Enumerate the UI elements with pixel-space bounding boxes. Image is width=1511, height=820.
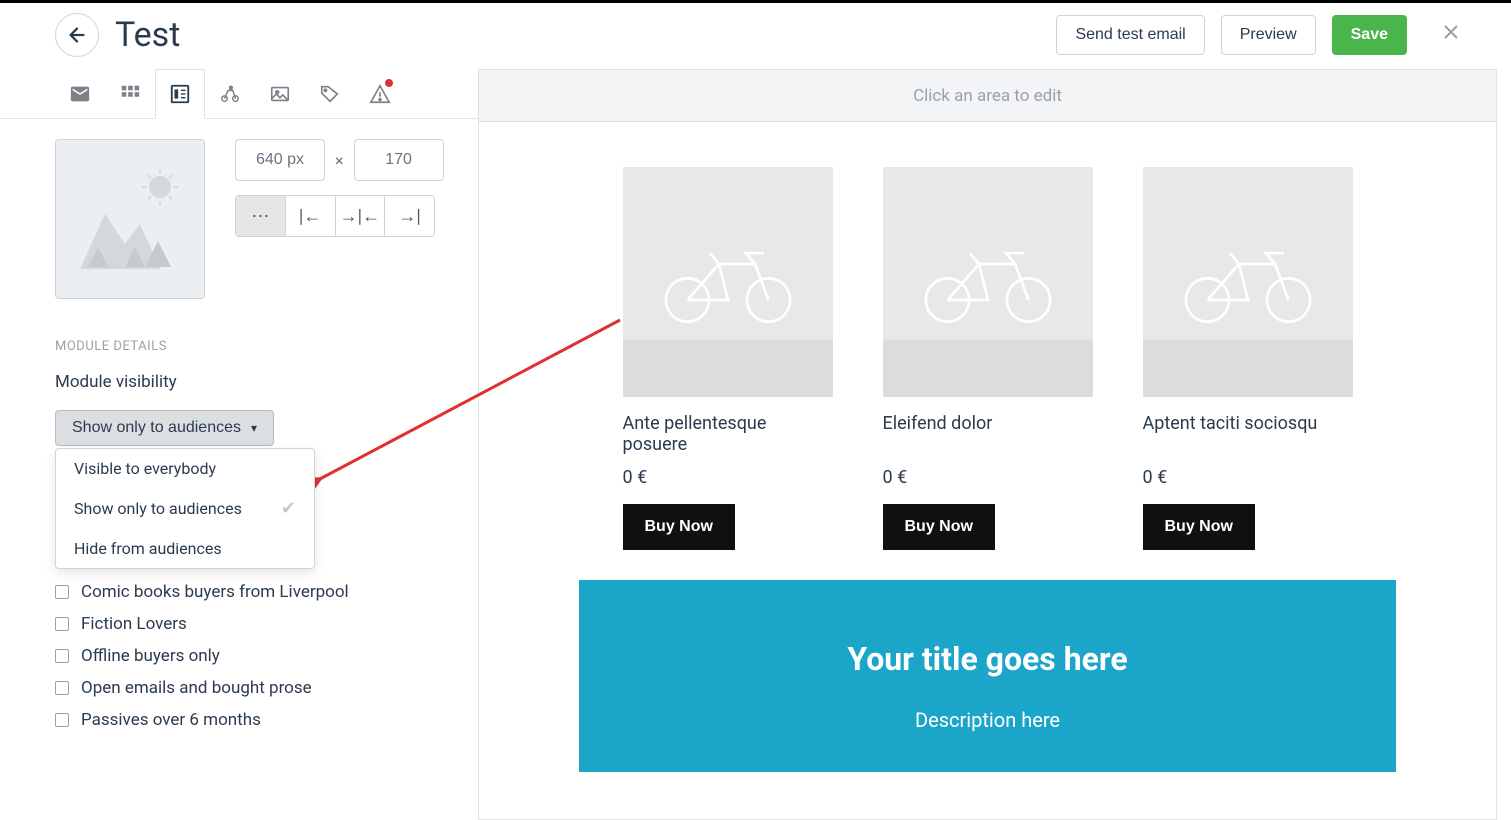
product-price: 0 €	[623, 467, 833, 488]
tab-layout[interactable]	[155, 69, 205, 119]
bike-icon	[219, 83, 241, 105]
close-icon	[1439, 20, 1463, 44]
arrow-left-icon	[66, 24, 88, 46]
product-image	[1143, 167, 1353, 397]
module-details-label: MODULE DETAILS	[55, 339, 446, 354]
audience-list: Comic books buyers from Liverpool Fictio…	[55, 576, 446, 736]
visibility-dropdown[interactable]: Show only to audiences ▾	[55, 410, 274, 446]
tab-alert[interactable]	[355, 69, 405, 119]
audience-item[interactable]: Fiction Lovers	[55, 608, 446, 640]
buy-now-button[interactable]: Buy Now	[1143, 504, 1255, 550]
checkbox[interactable]	[55, 681, 69, 695]
product-title: Ante pellentesque posuere	[623, 413, 833, 461]
hero-title: Your title goes here	[599, 640, 1376, 678]
placeholder-landscape-icon	[70, 159, 190, 279]
buy-now-button[interactable]: Buy Now	[623, 504, 735, 550]
email-icon	[69, 83, 91, 105]
audience-item[interactable]: Open emails and bought prose	[55, 672, 446, 704]
header: Test Send test email Preview Save	[0, 3, 1511, 69]
back-button[interactable]	[55, 13, 99, 57]
product-card[interactable]: Eleifend dolor 0 € Buy Now	[883, 167, 1093, 550]
canvas-scroll[interactable]: Ante pellentesque posuere 0 € Buy Now El…	[479, 122, 1496, 819]
align-dots-button[interactable]: ⋯	[236, 196, 286, 236]
visibility-dropdown-label: Show only to audiences	[72, 419, 241, 437]
image-placeholder[interactable]	[55, 139, 205, 299]
audience-item[interactable]: Offline buyers only	[55, 640, 446, 672]
check-icon: ✔	[281, 498, 296, 519]
product-title: Eleifend dolor	[883, 413, 1093, 461]
alert-dot-icon	[385, 79, 393, 87]
product-card[interactable]: Aptent taciti sociosqu 0 € Buy Now	[1143, 167, 1353, 550]
sidebar: × ⋯ |← →|← →| MODULE DETAILS Module visi…	[0, 69, 478, 820]
checkbox[interactable]	[55, 713, 69, 727]
buy-now-button[interactable]: Buy Now	[883, 504, 995, 550]
hero-block[interactable]: Your title goes here Description here	[579, 580, 1396, 772]
width-input[interactable]	[235, 139, 325, 181]
sidebar-tabs	[0, 69, 478, 119]
tab-image[interactable]	[255, 69, 305, 119]
product-image	[883, 167, 1093, 397]
image-icon	[269, 83, 291, 105]
checkbox[interactable]	[55, 617, 69, 631]
caret-down-icon: ▾	[251, 421, 257, 435]
alignment-group: ⋯ |← →|← →|	[235, 195, 435, 237]
tab-email[interactable]	[55, 69, 105, 119]
canvas-hint: Click an area to edit	[479, 70, 1496, 122]
canvas: Click an area to edit Ante pellentesque …	[478, 69, 1497, 820]
height-input[interactable]	[354, 139, 444, 181]
save-button[interactable]: Save	[1332, 15, 1407, 55]
align-center-button[interactable]: →|←	[336, 196, 386, 236]
align-right-button[interactable]: →|	[385, 196, 434, 236]
audience-item[interactable]: Comic books buyers from Liverpool	[55, 576, 446, 608]
tag-icon	[319, 83, 341, 105]
audience-item[interactable]: Passives over 6 months	[55, 704, 446, 736]
dimension-separator: ×	[335, 151, 344, 170]
tab-tag[interactable]	[305, 69, 355, 119]
product-price: 0 €	[1143, 467, 1353, 488]
send-test-email-button[interactable]: Send test email	[1056, 15, 1204, 55]
layout-icon	[169, 83, 191, 105]
dropdown-option-visible-everybody[interactable]: Visible to everybody	[56, 449, 314, 488]
close-button[interactable]	[1431, 20, 1471, 51]
bike-placeholder-icon	[1173, 237, 1323, 327]
preview-button[interactable]: Preview	[1221, 15, 1316, 55]
product-image	[623, 167, 833, 397]
module-visibility-label: Module visibility	[55, 372, 446, 392]
checkbox[interactable]	[55, 585, 69, 599]
dropdown-option-hide-audiences[interactable]: Hide from audiences	[56, 529, 314, 568]
bike-placeholder-icon	[653, 237, 803, 327]
tab-bike[interactable]	[205, 69, 255, 119]
tab-grid[interactable]	[105, 69, 155, 119]
bike-placeholder-icon	[913, 237, 1063, 327]
dropdown-option-show-audiences[interactable]: Show only to audiences ✔	[56, 488, 314, 529]
align-left-button[interactable]: |←	[286, 196, 336, 236]
product-price: 0 €	[883, 467, 1093, 488]
product-card[interactable]: Ante pellentesque posuere 0 € Buy Now	[623, 167, 833, 550]
visibility-dropdown-menu: Visible to everybody Show only to audien…	[55, 448, 315, 569]
grid-icon	[119, 83, 141, 105]
page-title: Test	[115, 15, 1040, 55]
hero-description: Description here	[599, 708, 1376, 732]
product-title: Aptent taciti sociosqu	[1143, 413, 1353, 461]
checkbox[interactable]	[55, 649, 69, 663]
